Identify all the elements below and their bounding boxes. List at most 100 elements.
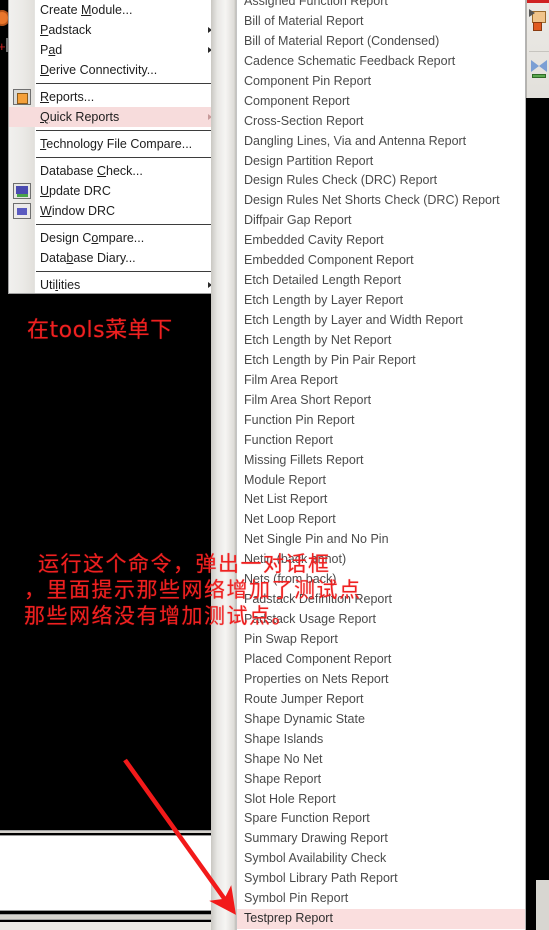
quick-report-item-shape-islands[interactable]: Shape Islands (237, 730, 525, 750)
tools-menu-item-label: Create Module... (40, 3, 133, 17)
quick-report-item-cross-section-report[interactable]: Cross-Section Report (237, 112, 525, 132)
tools-menu-item-label: Update DRC (40, 184, 111, 198)
quick-report-item-pin-swap-report[interactable]: Pin Swap Report (237, 630, 525, 650)
quick-report-item-spare-function-report[interactable]: Spare Function Report (237, 809, 525, 829)
quick-report-item-label: Shape Report (244, 771, 322, 786)
net-tool-button[interactable] (529, 51, 549, 91)
quick-report-item-summary-drawing-report[interactable]: Summary Drawing Report (237, 829, 525, 849)
quick-report-item-label: Shape Islands (244, 731, 324, 746)
quick-report-item-label: Bill of Material Report (Condensed) (244, 33, 440, 48)
annotation-tools-menu: 在tools菜单下 (27, 318, 173, 343)
quick-report-item-shape-report[interactable]: Shape Report (237, 770, 525, 790)
quick-report-item-design-partition-report[interactable]: Design Partition Report (237, 152, 525, 172)
quick-report-item-etch-detailed-length-report[interactable]: Etch Detailed Length Report (237, 271, 525, 291)
tools-menu-item-label: Derive Connectivity... (40, 63, 158, 77)
quick-report-item-label: Component Pin Report (244, 73, 372, 88)
quick-report-item-etch-length-by-pin-pair-report[interactable]: Etch Length by Pin Pair Report (237, 351, 525, 371)
quick-report-item-label: Symbol Availability Check (244, 851, 387, 866)
quick-report-item-design-rules-net-shorts-check-drc-report[interactable]: Design Rules Net Shorts Check (DRC) Repo… (237, 191, 525, 211)
quick-report-item-slot-hole-report[interactable]: Slot Hole Report (237, 790, 525, 810)
tools-menu-item-utilities[interactable]: Utilities (9, 275, 218, 295)
tools-menu-item-create-module[interactable]: Create Module... (9, 0, 218, 20)
quick-report-item-film-area-report[interactable]: Film Area Report (237, 371, 525, 391)
tools-menu-item-list: Create Module... Padstack Pad Derive Connec… (9, 0, 218, 295)
right-lower-panel-edge (536, 880, 549, 930)
tools-menu-item-technology-file-compare[interactable]: Technology File Compare... (9, 134, 218, 154)
annotation-line-3: 那些网络没有增加测试点。 (24, 604, 294, 628)
screenshot-root: Create Module... Padstack Pad Derive Connec… (0, 0, 549, 930)
quick-report-item-net-list-report[interactable]: Net List Report (237, 490, 525, 510)
quick-report-item-testprep-report[interactable]: Testprep Report (237, 909, 525, 930)
quick-report-item-label: Pin Swap Report (244, 632, 338, 646)
menu-separator (36, 157, 216, 158)
window-drc-icon (13, 203, 31, 219)
tools-menu-item-database-diary[interactable]: Database Diary... (9, 248, 218, 268)
quick-report-item-label: Dangling Lines, Via and Antenna Report (244, 133, 467, 148)
quick-report-item-bill-of-material-report[interactable]: Bill of Material Report (237, 12, 525, 32)
tools-menu-item-reports[interactable]: Reports... (9, 87, 218, 107)
tools-menu-item-pad[interactable]: Pad (9, 40, 218, 60)
tools-menu-item-update-drc[interactable]: Update DRC (9, 181, 218, 201)
quick-report-item-cadence-schematic-feedback-report[interactable]: Cadence Schematic Feedback Report (237, 52, 525, 72)
quick-report-item-label: Properties on Nets Report (244, 671, 389, 686)
quick-report-item-route-jumper-report[interactable]: Route Jumper Report (237, 690, 525, 710)
tools-menu-item-database-check[interactable]: Database Check... (9, 161, 218, 181)
quick-report-item-label: Etch Detailed Length Report (244, 273, 402, 288)
quick-report-item-diffpair-gap-report[interactable]: Diffpair Gap Report (237, 211, 525, 231)
quick-report-item-label: Embedded Component Report (244, 253, 414, 268)
tools-menu-item-label: Design Compare... (40, 231, 145, 245)
toolbar-accent-bar (527, 0, 549, 3)
quick-report-item-component-report[interactable]: Component Report (237, 92, 525, 112)
tools-menu-item-derive-connectivity[interactable]: Derive Connectivity... (9, 60, 218, 80)
quick-report-item-label: Bill of Material Report (244, 13, 364, 28)
quick-report-item-component-pin-report[interactable]: Component Pin Report (237, 72, 525, 92)
quick-report-item-etch-length-by-layer-and-width-report[interactable]: Etch Length by Layer and Width Report (237, 311, 525, 331)
quick-report-item-label: Module Report (244, 472, 326, 487)
quick-report-item-label: Route Jumper Report (244, 691, 364, 706)
quick-report-item-shape-dynamic-state[interactable]: Shape Dynamic State (237, 710, 525, 730)
quick-report-item-shape-no-net[interactable]: Shape No Net (237, 750, 525, 770)
quick-report-item-assigned-function-report[interactable]: Assigned Function Report (237, 0, 525, 12)
tools-menu-item-window-drc[interactable]: Window DRC (9, 201, 218, 221)
quick-report-item-embedded-component-report[interactable]: Embedded Component Report (237, 251, 525, 271)
quick-report-item-label: Film Area Report (244, 372, 338, 387)
quick-report-item-label: Etch Length by Layer Report (244, 293, 404, 308)
quick-report-item-module-report[interactable]: Module Report (237, 471, 525, 491)
tools-menu-item-quick-reports[interactable]: Quick Reports (9, 107, 218, 127)
tools-menu-item-label: Quick Reports (40, 110, 120, 124)
tools-menu-item-design-compare[interactable]: Design Compare... (9, 228, 218, 248)
quick-report-item-label: Net Loop Report (244, 512, 336, 527)
quick-report-item-label: Etch Length by Net Report (244, 332, 392, 347)
quick-report-item-design-rules-check-drc-report[interactable]: Design Rules Check (DRC) Report (237, 171, 525, 191)
quick-report-item-embedded-cavity-report[interactable]: Embedded Cavity Report (237, 231, 525, 251)
quick-report-item-etch-length-by-layer-report[interactable]: Etch Length by Layer Report (237, 291, 525, 311)
tools-menu-item-padstack[interactable]: Padstack (9, 20, 218, 40)
component-chip-inner-icon (533, 22, 542, 31)
quick-report-item-etch-length-by-net-report[interactable]: Etch Length by Net Report (237, 331, 525, 351)
quick-report-item-symbol-availability-check[interactable]: Symbol Availability Check (237, 849, 525, 869)
quick-report-item-function-report[interactable]: Function Report (237, 431, 525, 451)
tools-menu-item-label: Database Diary... (40, 251, 136, 265)
quick-report-item-placed-component-report[interactable]: Placed Component Report (237, 650, 525, 670)
quick-report-item-label: Function Report (244, 432, 333, 447)
quick-report-item-label: Film Area Short Report (244, 392, 372, 407)
quick-report-item-net-loop-report[interactable]: Net Loop Report (237, 510, 525, 530)
quick-report-item-label: Net List Report (244, 492, 328, 507)
quick-report-item-properties-on-nets-report[interactable]: Properties on Nets Report (237, 670, 525, 690)
component-tool-button[interactable] (529, 5, 549, 45)
quick-report-item-film-area-short-report[interactable]: Film Area Short Report (237, 391, 525, 411)
quick-reports-item-list: Assigned Function Report Bill of Material… (237, 0, 525, 930)
quick-report-item-label: Etch Length by Layer and Width Report (244, 313, 463, 327)
tools-menu-item-label: Padstack (40, 23, 92, 37)
quick-report-item-symbol-pin-report[interactable]: Symbol Pin Report (237, 889, 525, 909)
quick-report-item-missing-fillets-report[interactable]: Missing Fillets Report (237, 451, 525, 471)
quick-report-item-label: Net Single Pin and No Pin (244, 532, 389, 547)
quick-report-item-dangling-lines-via-and-antenna-report[interactable]: Dangling Lines, Via and Antenna Report (237, 132, 525, 152)
right-edge-toolbar[interactable] (526, 0, 549, 98)
tools-menu[interactable]: Create Module... Padstack Pad Derive Connec… (8, 0, 219, 294)
quick-report-item-symbol-library-path-report[interactable]: Symbol Library Path Report (237, 869, 525, 889)
quick-report-item-bill-of-material-report-condensed[interactable]: Bill of Material Report (Condensed) (237, 32, 525, 52)
menu-separator (36, 130, 216, 131)
quick-reports-submenu[interactable]: Assigned Function Report Bill of Material… (236, 0, 526, 930)
quick-report-item-function-pin-report[interactable]: Function Pin Report (237, 411, 525, 431)
